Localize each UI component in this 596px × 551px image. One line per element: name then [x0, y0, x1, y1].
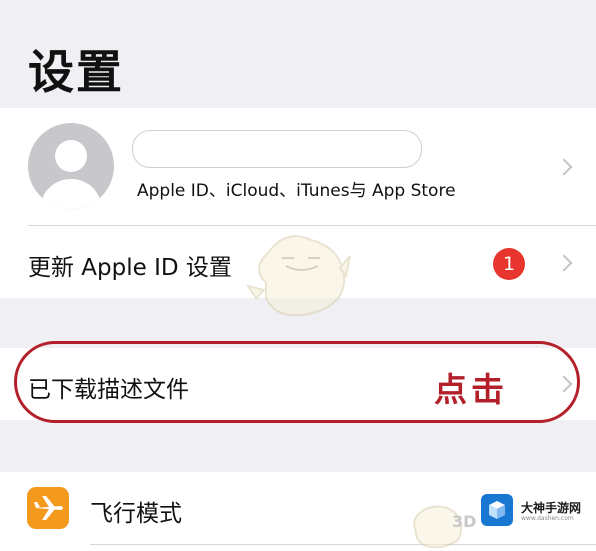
- avatar-icon: [28, 123, 114, 209]
- update-apple-id-label: 更新 Apple ID 设置: [28, 255, 232, 281]
- account-subtitle: Apple ID、iCloud、iTunes与 App Store: [137, 181, 456, 201]
- notification-badge: 1: [493, 248, 525, 280]
- account-name-field: [132, 130, 422, 168]
- watermark-url: www.dashen.com: [521, 515, 574, 522]
- row-divider: [90, 544, 596, 545]
- mascot-icon: [246, 235, 351, 317]
- highlight-ring: [14, 341, 580, 423]
- watermark-tag: 3D: [452, 512, 477, 531]
- airplane-icon: [27, 487, 69, 529]
- page-title: 设置: [28, 45, 124, 99]
- airplane-mode-label: 飞行模式: [90, 501, 182, 527]
- watermark-brand: 大神手游网: [521, 501, 582, 515]
- watermark-logo-icon: [481, 494, 513, 526]
